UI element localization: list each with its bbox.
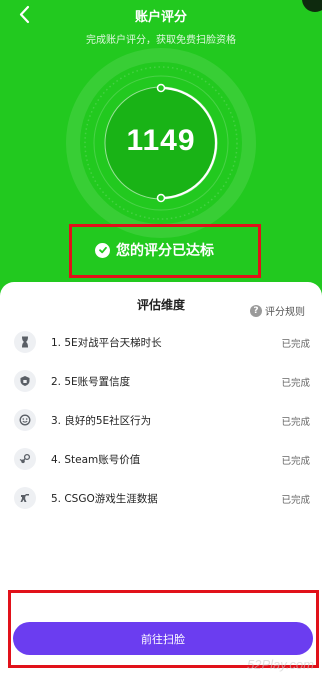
- list-item-status: 已完成: [281, 378, 310, 389]
- list-item: 1. 5E对战平台天梯时长 已完成: [0, 322, 322, 361]
- csgo-icon: [14, 487, 36, 509]
- list-item-label: 3. 良好的5E社区行为: [51, 415, 152, 427]
- page-title: 账户评分: [134, 10, 187, 25]
- shield-icon: [14, 370, 36, 392]
- criteria-list: 1. 5E对战平台天梯时长 已完成 2. 5E账号置信度 已完成 3. 良好的5…: [0, 322, 322, 517]
- status-highlight-box: [69, 224, 261, 278]
- list-item: 2. 5E账号置信度 已完成: [0, 361, 322, 400]
- list-item-status: 已完成: [281, 339, 310, 350]
- page-subtitle: 完成账户评分，获取免费扫脸资格: [86, 35, 236, 46]
- list-item-status: 已完成: [281, 456, 310, 467]
- list-item-status: 已完成: [281, 417, 310, 428]
- smiley-icon: [14, 409, 36, 431]
- list-item-label: 4. Steam账号价值: [51, 454, 141, 466]
- question-icon: ?: [250, 304, 262, 317]
- rules-label: 评分规则: [265, 307, 305, 318]
- score-value: 1149: [126, 124, 196, 157]
- list-item-label: 2. 5E账号置信度: [51, 376, 131, 388]
- rules-link[interactable]: ? 评分规则: [250, 303, 305, 318]
- list-item: 4. Steam账号价值 已完成: [0, 439, 322, 478]
- list-item: 3. 良好的5E社区行为 已完成: [0, 400, 322, 439]
- watermark: 52Play.com: [247, 657, 314, 672]
- list-item-status: 已完成: [281, 495, 310, 506]
- hourglass-icon: [14, 331, 36, 353]
- list-item-label: 1. 5E对战平台天梯时长: [51, 337, 162, 349]
- steam-icon: [14, 448, 36, 470]
- list-item: 5. CSGO游戏生涯数据 已完成: [0, 478, 322, 517]
- list-item-label: 5. CSGO游戏生涯数据: [51, 493, 158, 505]
